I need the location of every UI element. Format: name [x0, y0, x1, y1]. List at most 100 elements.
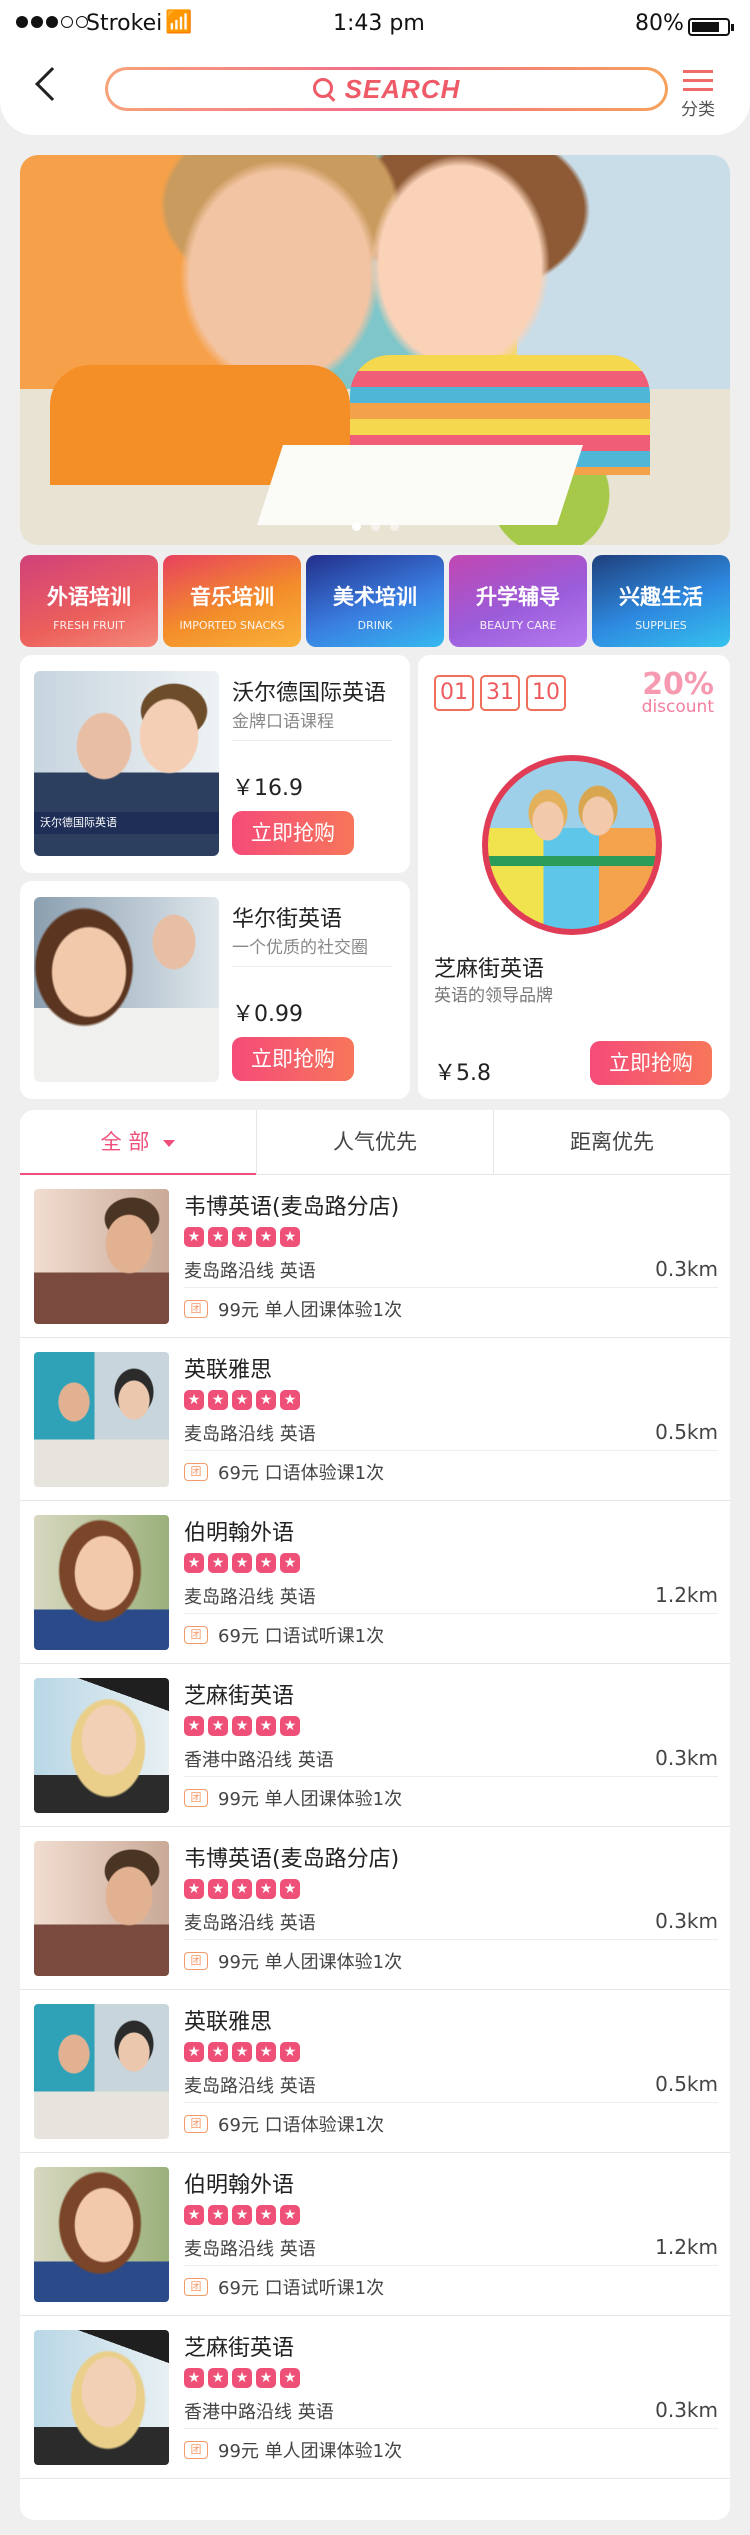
star-icon: ★	[280, 1716, 300, 1736]
star-icon: ★	[208, 2368, 228, 2388]
list-item[interactable]: 伯明翰外语 ★ ★ ★ ★ ★ 麦岛路沿线 英语 1.2km 团 69元 口语试听课1次	[20, 2153, 730, 2316]
header-bar: Strokei 📶 1:43 pm 80% SEARCH 分类	[0, 0, 750, 135]
carousel-dot[interactable]	[389, 522, 399, 531]
category-menu-button[interactable]: 分类	[680, 70, 716, 120]
listing-location: 麦岛路沿线 英语	[184, 1587, 316, 1608]
star-icon: ★	[184, 2205, 204, 2225]
signal-icon	[16, 16, 88, 28]
listing-distance: 0.3km	[655, 2398, 718, 2422]
star-icon: ★	[280, 1879, 300, 1899]
star-icon: ★	[256, 2205, 276, 2225]
list-item[interactable]: 芝麻街英语 ★ ★ ★ ★ ★ 香港中路沿线 英语 0.3km 团 99元 单人团课体验1次	[20, 2316, 730, 2479]
group-deal-icon: 团	[184, 1300, 208, 1318]
listing-deal-text: 99元 单人团课体验1次	[218, 1300, 403, 1321]
search-bar[interactable]: SEARCH	[105, 67, 668, 111]
buy-now-button[interactable]: 立即抢购	[590, 1041, 712, 1085]
list-item[interactable]: 英联雅思 ★ ★ ★ ★ ★ 麦岛路沿线 英语 0.5km 团 69元 口语体验课1次	[20, 1338, 730, 1501]
banner-carousel[interactable]	[20, 155, 730, 545]
star-icon: ★	[232, 1227, 252, 1247]
list-item[interactable]: 韦博英语(麦岛路分店) ★ ★ ★ ★ ★ 麦岛路沿线 英语 0.3km 团 99元 单人团课体验…	[20, 1175, 730, 1338]
category-menu-label: 分类	[681, 100, 715, 120]
promo-card[interactable]: 华尔街英语 一个优质的社交圈 ￥0.99 立即抢购	[20, 881, 410, 1099]
category-tutoring[interactable]: 升学辅导 BEAUTY CARE	[449, 555, 587, 647]
listing-deal[interactable]: 团 99元 单人团课体验1次	[184, 1939, 718, 1974]
list-item[interactable]: 韦博英语(麦岛路分店) ★ ★ ★ ★ ★ 麦岛路沿线 英语 0.3km 团 99元 单人团课体验…	[20, 1827, 730, 1990]
promo-price: ￥0.99	[232, 1002, 303, 1027]
tab-popularity[interactable]: 人气优先	[256, 1110, 493, 1174]
carrier-name: Strokei	[86, 11, 163, 36]
listing-list: 韦博英语(麦岛路分店) ★ ★ ★ ★ ★ 麦岛路沿线 英语 0.3km 团 99元 单人团课体验…	[20, 1175, 730, 2479]
listing-deal[interactable]: 团 69元 口语试听课1次	[184, 1613, 718, 1648]
promo-logo: 沃尔德国际英语	[34, 812, 219, 834]
group-deal-icon: 团	[184, 1789, 208, 1807]
listing-deal[interactable]: 团 69元 口语试听课1次	[184, 2265, 718, 2300]
category-art[interactable]: 美术培训 DRINK	[306, 555, 444, 647]
listing-deal-text: 99元 单人团课体验1次	[218, 1952, 403, 1973]
listing-deal[interactable]: 团 99元 单人团课体验1次	[184, 1776, 718, 1811]
listing-panel: 全 部 人气优先 距离优先 韦博英语(麦岛路分店) ★ ★ ★ ★ ★ 麦岛路沿线 英语 0.…	[20, 1110, 730, 2520]
rating-stars: ★ ★ ★ ★ ★	[184, 1716, 300, 1736]
search-icon	[312, 78, 335, 100]
featured-deal-card[interactable]: 01 31 10 20% discount 芝麻街英语 英语的领导品牌 ￥5.8…	[418, 655, 730, 1099]
category-hobby[interactable]: 兴趣生活 SUPPLIES	[592, 555, 730, 647]
rating-stars: ★ ★ ★ ★ ★	[184, 1390, 300, 1410]
listing-deal-text: 99元 单人团课体验1次	[218, 1789, 403, 1810]
listing-name: 芝麻街英语	[184, 1684, 295, 1709]
listing-location: 麦岛路沿线 英语	[184, 1913, 316, 1934]
listing-distance: 0.3km	[655, 1746, 718, 1770]
listing-name: 伯明翰外语	[184, 1521, 295, 1546]
promo-card[interactable]: 沃尔德国际英语 沃尔德国际英语 金牌口语课程 ￥16.9 立即抢购	[20, 655, 410, 873]
buy-now-button[interactable]: 立即抢购	[232, 1037, 354, 1081]
category-music[interactable]: 音乐培训 IMPORTED SNACKS	[163, 555, 301, 647]
featured-title: 芝麻街英语	[434, 957, 545, 982]
star-icon: ★	[184, 1879, 204, 1899]
category-foreign-language[interactable]: 外语培训 FRESH FRUIT	[20, 555, 158, 647]
chevron-down-icon	[163, 1139, 176, 1147]
buy-now-button[interactable]: 立即抢购	[232, 811, 354, 855]
carousel-dot[interactable]	[351, 522, 361, 531]
listing-distance: 0.3km	[655, 1909, 718, 1933]
listing-deal[interactable]: 团 69元 口语体验课1次	[184, 2102, 718, 2137]
star-icon: ★	[208, 1227, 228, 1247]
star-icon: ★	[184, 1716, 204, 1736]
tab-distance[interactable]: 距离优先	[493, 1110, 730, 1174]
countdown-seconds: 10	[526, 675, 566, 711]
listing-deal[interactable]: 团 99元 单人团课体验1次	[184, 1287, 718, 1322]
listing-deal-text: 69元 口语试听课1次	[218, 2278, 385, 2299]
listing-name: 韦博英语(麦岛路分店)	[184, 1847, 400, 1872]
listing-deal-text: 99元 单人团课体验1次	[218, 2441, 403, 2462]
star-icon: ★	[208, 2205, 228, 2225]
listing-deal[interactable]: 团 99元 单人团课体验1次	[184, 2428, 718, 2463]
back-arrow-icon[interactable]	[35, 67, 69, 101]
promo-image	[34, 897, 219, 1082]
star-icon: ★	[256, 1879, 276, 1899]
star-icon: ★	[256, 2368, 276, 2388]
list-item[interactable]: 英联雅思 ★ ★ ★ ★ ★ 麦岛路沿线 英语 0.5km 团 69元 口语体验课1次	[20, 1990, 730, 2153]
listing-distance: 0.5km	[655, 1420, 718, 1444]
group-deal-icon: 团	[184, 2115, 208, 2133]
listing-thumbnail	[34, 2004, 169, 2139]
star-icon: ★	[256, 1227, 276, 1247]
star-icon: ★	[280, 2042, 300, 2062]
list-item[interactable]: 芝麻街英语 ★ ★ ★ ★ ★ 香港中路沿线 英语 0.3km 团 99元 单人团课体验1次	[20, 1664, 730, 1827]
listing-location: 麦岛路沿线 英语	[184, 2076, 316, 2097]
listing-location: 麦岛路沿线 英语	[184, 1261, 316, 1282]
list-item[interactable]: 伯明翰外语 ★ ★ ★ ★ ★ 麦岛路沿线 英语 1.2km 团 69元 口语试听课1次	[20, 1501, 730, 1664]
group-deal-icon: 团	[184, 1626, 208, 1644]
star-icon: ★	[280, 2368, 300, 2388]
promo-subtitle: 一个优质的社交圈	[232, 938, 368, 958]
listing-thumbnail	[34, 1678, 169, 1813]
promo-title: 沃尔德国际英语	[232, 681, 387, 706]
promo-image: 沃尔德国际英语	[34, 671, 219, 856]
star-icon: ★	[256, 2042, 276, 2062]
countdown-minutes: 31	[480, 675, 520, 711]
featured-subtitle: 英语的领导品牌	[434, 986, 553, 1006]
listing-deal[interactable]: 团 69元 口语体验课1次	[184, 1450, 718, 1485]
battery-percent: 80%	[635, 11, 684, 36]
listing-distance: 1.2km	[655, 2235, 718, 2259]
promo-price: ￥16.9	[232, 776, 303, 801]
listing-name: 韦博英语(麦岛路分店)	[184, 1195, 400, 1220]
battery-icon	[688, 18, 734, 36]
carousel-dot[interactable]	[370, 522, 380, 531]
tab-all[interactable]: 全 部	[20, 1110, 256, 1175]
